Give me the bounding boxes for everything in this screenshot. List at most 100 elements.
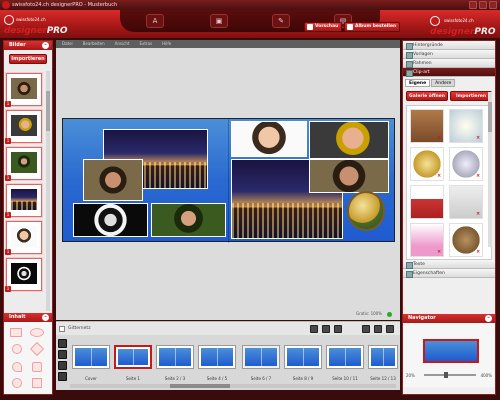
- menu-item-file[interactable]: Datei: [62, 40, 73, 48]
- page-settings-icon[interactable]: [58, 361, 67, 370]
- album-canvas[interactable]: Gratis: 100%: [56, 48, 400, 320]
- gift-clipart[interactable]: ×: [410, 223, 444, 257]
- redo-icon[interactable]: [374, 325, 382, 333]
- section-properties[interactable]: Eigenschaften: [403, 269, 495, 278]
- crystal-globe-clipart[interactable]: ×: [449, 147, 483, 181]
- menu-item-edit[interactable]: Bearbeiten: [83, 40, 105, 48]
- text-icon[interactable]: A: [146, 14, 164, 28]
- open-gallery-button[interactable]: Galerie öffnen: [406, 91, 448, 101]
- figure-clipart[interactable]: ×: [449, 109, 483, 143]
- import-images-button[interactable]: Importieren: [9, 54, 47, 64]
- fullscreen-icon[interactable]: [386, 325, 394, 333]
- tab-own[interactable]: Eigene: [405, 79, 431, 87]
- menu-item-extras[interactable]: Extras: [139, 40, 152, 48]
- edit-icon[interactable]: ✎: [272, 14, 290, 28]
- flower-shape-icon[interactable]: [12, 378, 22, 388]
- circle-shape-icon[interactable]: [12, 344, 22, 354]
- undo-icon[interactable]: [362, 325, 370, 333]
- box-clipart[interactable]: ×: [449, 223, 483, 257]
- telescope-clipart[interactable]: ×: [410, 185, 444, 219]
- add-page-icon[interactable]: [58, 339, 67, 348]
- delete-page-icon[interactable]: [58, 350, 67, 359]
- frame-shape-icon[interactable]: [32, 378, 42, 388]
- zoom-slider-handle[interactable]: [444, 372, 448, 378]
- rectangle-shape-icon[interactable]: [10, 328, 22, 337]
- preview-button[interactable]: Vorschau: [304, 22, 343, 32]
- title-bar: swissfoto24.ch designerPRO - Musterbuch: [0, 0, 500, 10]
- brand-logo-right: swissfoto24.ch designerPRO: [404, 14, 496, 40]
- section-frames[interactable]: Rahmen: [403, 59, 495, 68]
- navigator-view[interactable]: 20% 400%: [403, 323, 495, 387]
- clipart-grid: × × × × × × × ×: [406, 105, 492, 260]
- section-clipart[interactable]: Clip-art: [403, 68, 495, 77]
- images-panel: Bilder – Importieren 1 1 1 1 1 1 Inhalt …: [3, 40, 53, 395]
- ellipse-shape-icon[interactable]: [30, 328, 44, 337]
- page-thumbnail-4-5[interactable]: [198, 345, 236, 369]
- page-strip-scrollbar[interactable]: [70, 384, 396, 388]
- image-thumbnail[interactable]: 1: [5, 147, 42, 181]
- clipart-scrollbar[interactable]: [488, 92, 492, 247]
- statue-clipart[interactable]: ×: [449, 185, 483, 219]
- tab-others[interactable]: Andere: [431, 79, 456, 87]
- page-thumbnail-2-3[interactable]: [156, 345, 194, 369]
- page-thumbnail-8-9[interactable]: [284, 345, 322, 369]
- page-thumbnail-cover[interactable]: [72, 345, 110, 369]
- navigator-thumbnail[interactable]: [423, 339, 479, 363]
- suitcase-clipart[interactable]: ×: [410, 109, 444, 143]
- diamond-shape-icon[interactable]: [29, 341, 45, 357]
- page-thumbnail-6-7[interactable]: [242, 345, 280, 369]
- page-label: Seite 4 / 5: [206, 376, 228, 381]
- menu-item-view[interactable]: Ansicht: [115, 40, 130, 48]
- zoom-min-label: 20%: [406, 373, 415, 378]
- design-panel: Hintergründe Vorlagen Rahmen Clip-art Ei…: [402, 40, 496, 395]
- photo-frame-makeup[interactable]: [309, 121, 389, 159]
- rotate-icon[interactable]: [334, 325, 342, 333]
- photo-icon[interactable]: ▣: [210, 14, 228, 28]
- section-texts[interactable]: Texte: [403, 260, 495, 269]
- page-thumbnail-10-11[interactable]: [326, 345, 364, 369]
- page-thumbnail-1[interactable]: [114, 345, 152, 369]
- page-info-icon[interactable]: [58, 372, 67, 381]
- minimize-button[interactable]: [469, 1, 477, 9]
- brand-site: swissfoto24.ch: [444, 18, 474, 23]
- page-tools: [58, 339, 68, 383]
- clipart-tabs: Eigene Andere: [403, 77, 495, 87]
- heart-shape-icon[interactable]: [12, 362, 22, 372]
- page-label: Seite 2 / 3: [164, 376, 186, 381]
- close-window-button[interactable]: [489, 1, 497, 9]
- photo-frame-portrait-2[interactable]: [309, 159, 389, 193]
- collapse-icon[interactable]: –: [42, 42, 49, 49]
- collapse-icon[interactable]: –: [485, 315, 492, 322]
- image-thumbnail[interactable]: 1: [5, 184, 42, 218]
- images-scrollbar[interactable]: [46, 71, 50, 311]
- page-thumbnail-12-13[interactable]: [368, 345, 398, 369]
- menu-item-help[interactable]: Hilfe: [162, 40, 171, 48]
- section-templates[interactable]: Vorlagen: [403, 50, 495, 59]
- image-thumbnail[interactable]: 1: [5, 258, 42, 292]
- grid-checkbox[interactable]: [59, 326, 65, 332]
- zoom-slider[interactable]: 20% 400%: [406, 372, 492, 378]
- zoom-fit-icon[interactable]: [310, 325, 318, 333]
- order-album-button[interactable]: Album bestellen: [344, 22, 401, 32]
- star-shape-icon[interactable]: [32, 362, 42, 372]
- zoom-page-icon[interactable]: [322, 325, 330, 333]
- swiss-cross-icon: [4, 15, 14, 25]
- photo-frame-hat[interactable]: [231, 121, 307, 157]
- section-backgrounds[interactable]: Hintergründe: [403, 41, 495, 50]
- photo-frame-green[interactable]: [151, 203, 226, 237]
- globe-clipart[interactable]: ×: [410, 147, 444, 181]
- globe-clipart[interactable]: [347, 191, 385, 231]
- image-thumbnail[interactable]: 1: [5, 221, 42, 255]
- image-thumbnail[interactable]: 1: [5, 110, 42, 144]
- photo-frame-bw[interactable]: [73, 203, 148, 237]
- import-clipart-button[interactable]: Importieren: [450, 91, 492, 101]
- collapse-icon[interactable]: –: [42, 314, 49, 321]
- album-spread[interactable]: [62, 118, 395, 243]
- maximize-button[interactable]: [479, 1, 487, 9]
- content-panel: Inhalt –: [4, 313, 52, 394]
- navigator-header: Navigator –: [403, 314, 495, 323]
- image-thumbnails: 1 1 1 1 1 1: [5, 73, 44, 295]
- page-label: Seite 1: [126, 376, 140, 381]
- image-thumbnail[interactable]: 1: [5, 73, 42, 107]
- photo-frame-portrait[interactable]: [83, 159, 143, 201]
